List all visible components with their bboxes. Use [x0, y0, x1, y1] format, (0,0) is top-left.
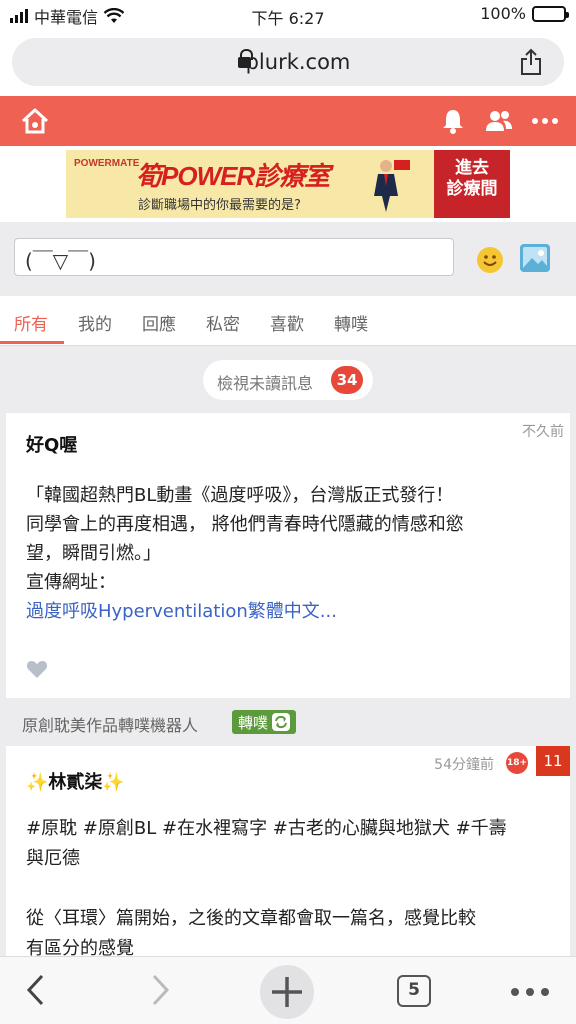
tab-liked[interactable]: 喜歡: [270, 310, 304, 335]
ad-area: POWERMATE 筍POWER診療室 診斷職場中的你最需要的是? 進去 診療間: [0, 146, 576, 222]
plurk-navbar: [0, 96, 576, 146]
timeline-tabs: 所有 我的 回應 私密 喜歡 轉噗: [0, 296, 576, 346]
post-author[interactable]: 好Q喔: [26, 431, 77, 457]
ad-brand: POWERMATE: [74, 158, 140, 169]
unread-label: 檢視未讀訊息: [217, 374, 314, 393]
ad-subtitle: 診斷職場中的你最需要的是?: [138, 198, 301, 213]
repost-by[interactable]: 原創耽美作品轉噗機器人: [22, 712, 198, 736]
tab-switcher-button[interactable]: 5: [397, 975, 431, 1007]
repost-badge: 轉噗: [232, 710, 297, 734]
post-author[interactable]: ✨林貳柒✨: [26, 768, 125, 794]
battery-icon: [532, 5, 569, 22]
more-options-icon[interactable]: [510, 987, 550, 997]
bell-icon[interactable]: [438, 106, 468, 136]
back-icon[interactable]: [24, 973, 48, 1007]
refresh-icon: [272, 713, 291, 731]
tab-private[interactable]: 私密: [206, 310, 240, 335]
post-link[interactable]: 過度呼吸Hyperventilation繁體中文...: [26, 597, 556, 626]
tab-replurked[interactable]: 轉噗: [334, 310, 368, 335]
share-icon[interactable]: [518, 48, 544, 76]
image-upload-icon[interactable]: [520, 244, 550, 272]
ad-cta-button[interactable]: 進去 診療間: [434, 150, 510, 218]
response-count-badge[interactable]: 11: [536, 746, 570, 776]
plus-icon: [272, 977, 302, 1007]
tab-all[interactable]: 所有: [14, 310, 48, 335]
heart-icon[interactable]: [26, 659, 48, 679]
compose-bar: (￣▽￣): [0, 222, 576, 296]
ad-banner[interactable]: POWERMATE 筍POWER診療室 診斷職場中的你最需要的是? 進去 診療間: [66, 150, 510, 218]
post-time: 54分鐘前: [434, 757, 494, 773]
ad-title: 筍POWER診療室: [136, 161, 330, 191]
tab-responses[interactable]: 回應: [142, 310, 176, 335]
compose-input[interactable]: (￣▽￣): [14, 238, 454, 276]
forward-icon[interactable]: [148, 973, 172, 1007]
url-text: plurk.com: [245, 50, 351, 74]
view-unread-button[interactable]: 檢視未讀訊息 34: [203, 360, 373, 400]
browser-address-area: plurk.com: [0, 30, 576, 96]
post-time: 不久前: [522, 424, 564, 440]
post-content: #原耽 #原創BL #在水裡寫字 #古老的心臟與地獄犬 #千壽 與厄德 從〈耳環…: [26, 818, 507, 959]
home-icon[interactable]: [20, 106, 50, 136]
emoticon-icon[interactable]: [476, 246, 504, 274]
unread-count-badge: 34: [331, 366, 363, 394]
address-bar[interactable]: plurk.com: [12, 38, 564, 86]
friends-icon[interactable]: [484, 106, 514, 136]
plurk-post[interactable]: ✨林貳柒✨ 54分鐘前 18+ 11 #原耽 #原創BL #在水裡寫字 #古老的…: [6, 746, 570, 959]
status-bar: 中華電信 下午 6:27 100%: [0, 0, 576, 30]
new-tab-button[interactable]: [260, 965, 314, 1019]
plurk-post[interactable]: 好Q喔 不久前 「韓國超熱門BL動畫《過度呼吸》，台灣版正式發行！ 同學會上的再…: [6, 413, 570, 698]
browser-toolbar: 5: [0, 956, 576, 1024]
repost-header: 原創耽美作品轉噗機器人 轉噗: [0, 698, 576, 746]
more-icon[interactable]: [530, 106, 560, 136]
r18-badge: 18+: [506, 752, 528, 774]
battery-percent: 100%: [480, 4, 526, 23]
active-tab-indicator: [0, 341, 64, 344]
post-content: 「韓國超熱門BL動畫《過度呼吸》，台灣版正式發行！ 同學會上的再度相遇， 將他們…: [26, 481, 556, 626]
businessman-illustration-icon: [374, 160, 410, 212]
tab-mine[interactable]: 我的: [78, 310, 112, 335]
